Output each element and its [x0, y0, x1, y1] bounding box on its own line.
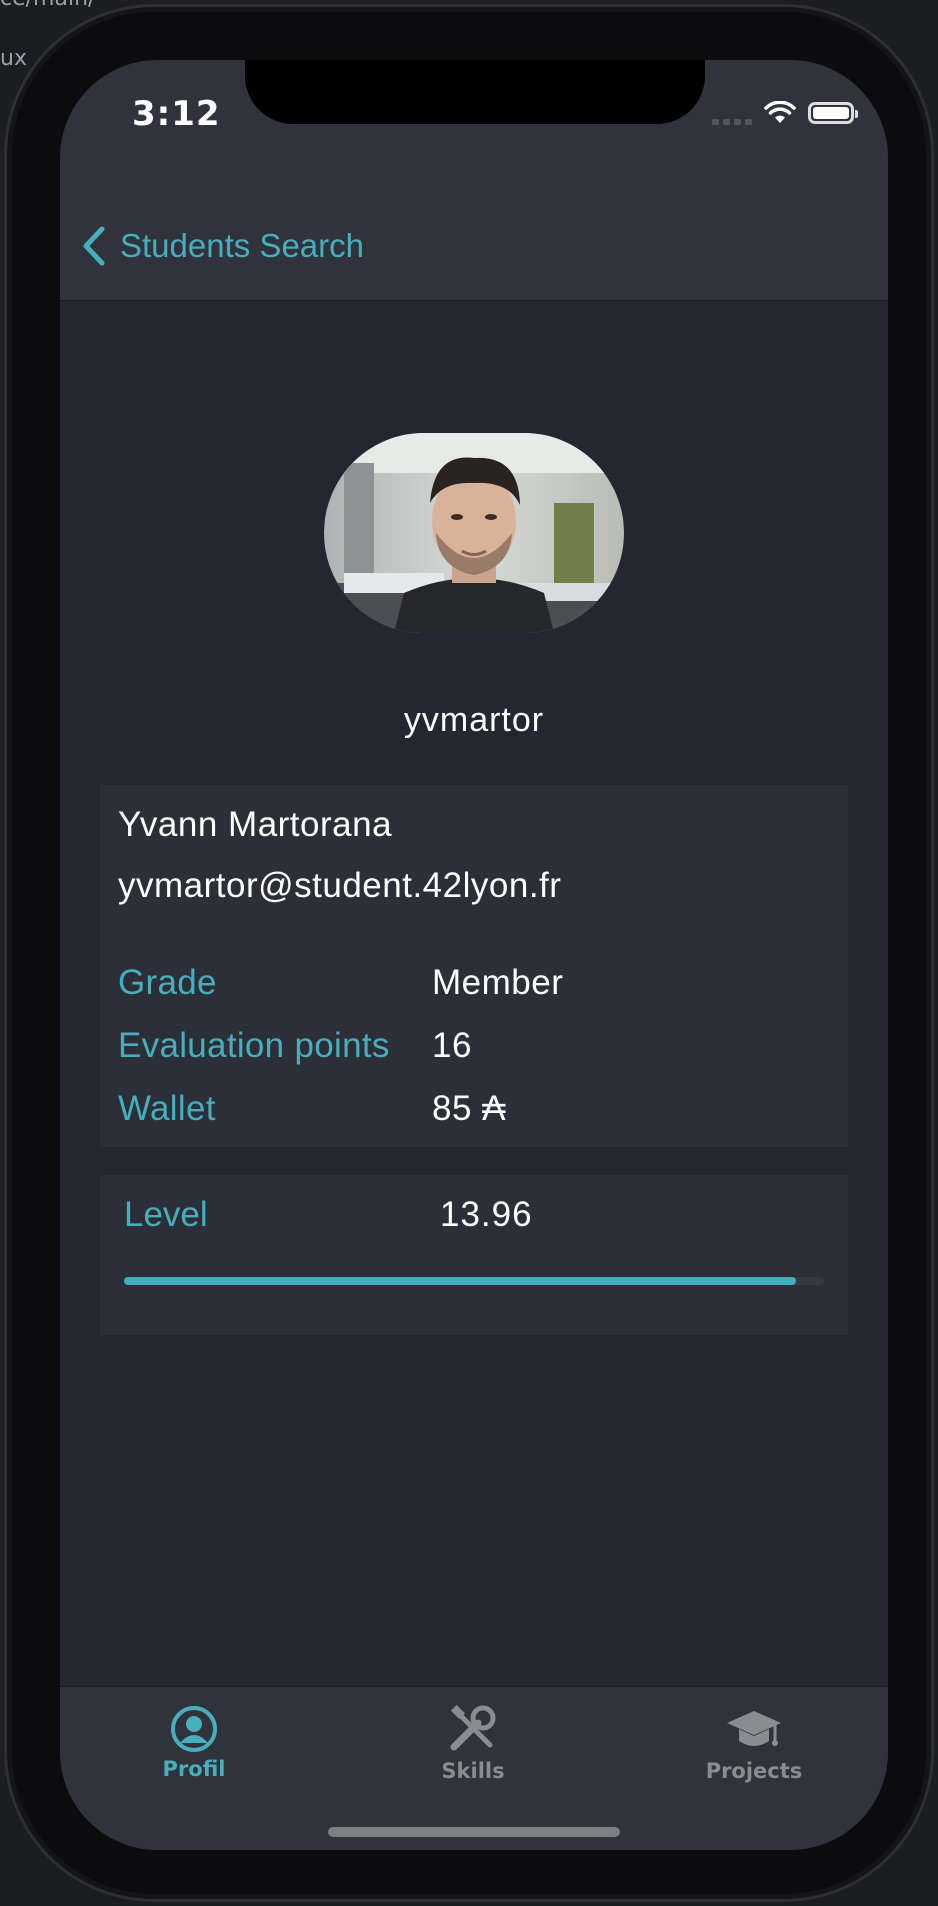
level-card: Level 13.96 — [100, 1175, 848, 1335]
navigation-bar: Students Search — [60, 190, 888, 301]
back-button-label: Students Search — [120, 227, 364, 264]
level-label: Level — [124, 1195, 208, 1234]
battery-icon — [808, 102, 858, 124]
profile-avatar — [324, 433, 624, 633]
back-button[interactable]: Students Search — [82, 212, 364, 280]
level-progress-bar — [124, 1277, 824, 1285]
cellular-signal-icon — [712, 101, 752, 125]
tab-profil-label: Profil — [162, 1757, 226, 1781]
chevron-left-icon — [83, 226, 105, 266]
person-circle-icon — [171, 1706, 217, 1752]
tab-bar: Profil Skills Projects — [60, 1686, 888, 1850]
wallet-value: 85 ₳ — [432, 1089, 506, 1128]
profile-email: yvmartor@student.42lyon.fr — [118, 866, 562, 905]
notch — [245, 60, 705, 124]
profile-login: yvmartor — [403, 701, 545, 739]
background-url-text: ce/main/ — [0, 0, 95, 11]
status-time: 3:12 — [132, 94, 221, 134]
status-icons — [712, 98, 858, 128]
graduation-cap-icon — [727, 1711, 781, 1746]
evaluation-points-value: 16 — [432, 1026, 472, 1065]
grade-value: Member — [432, 963, 564, 1002]
tab-profil[interactable]: Profil — [94, 1705, 294, 1795]
grade-label: Grade — [118, 963, 217, 1002]
wifi-icon — [764, 101, 796, 123]
tab-projects-label: Projects — [705, 1759, 803, 1783]
home-indicator — [328, 1827, 620, 1837]
profile-full-name: Yvann Martorana — [118, 805, 393, 844]
level-value: 13.96 — [440, 1195, 533, 1234]
level-progress-fill — [124, 1277, 796, 1285]
background-tab-text: ux — [0, 46, 27, 71]
tab-skills-label: Skills — [441, 1759, 505, 1783]
profile-content: yvmartor Yvann Martorana yvmartor@studen… — [60, 301, 888, 1745]
profile-info-card: Yvann Martorana yvmartor@student.42lyon.… — [100, 785, 848, 1147]
evaluation-points-label: Evaluation points — [118, 1026, 390, 1065]
phone-frame: 3:12 Students Search yvmartor Yvann Mart… — [4, 4, 934, 1902]
wallet-label: Wallet — [118, 1089, 216, 1128]
phone-screen: 3:12 Students Search yvmartor Yvann Mart… — [60, 60, 888, 1850]
tools-icon — [450, 1705, 496, 1751]
tab-projects[interactable]: Projects — [654, 1705, 854, 1795]
tab-skills[interactable]: Skills — [373, 1705, 573, 1795]
status-bar: 3:12 — [60, 60, 888, 190]
